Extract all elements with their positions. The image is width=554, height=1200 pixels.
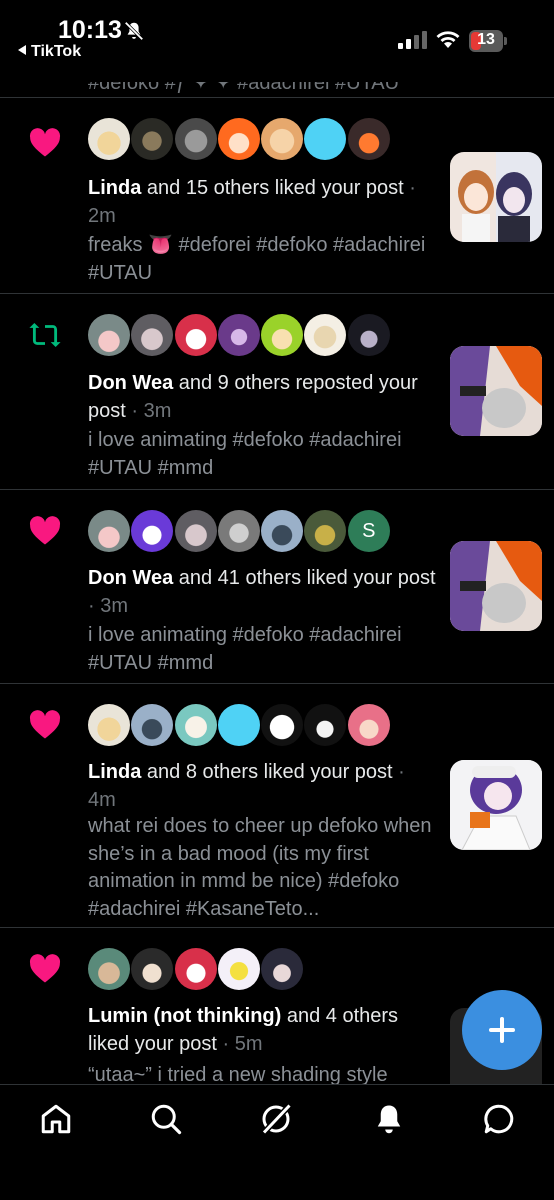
timestamp: · 5m	[216, 1032, 263, 1055]
plus-icon-stroke	[500, 1017, 504, 1043]
avatar-row	[88, 314, 391, 358]
avatar[interactable]	[261, 704, 304, 746]
post-thumbnail[interactable]	[450, 152, 542, 242]
cut-off-post-text: #defoko #ƒ ✦ ✦ #adachirei #UTAU	[88, 72, 400, 94]
actor-name[interactable]: Linda	[88, 761, 141, 783]
avatar[interactable]	[131, 118, 174, 160]
avatar[interactable]	[88, 118, 130, 160]
avatar[interactable]	[261, 948, 304, 990]
avatar[interactable]	[261, 118, 304, 160]
heart-icon	[29, 710, 61, 739]
avatar[interactable]	[217, 118, 260, 160]
post-preview-text: i love animating #defoko #adachirei #UTA…	[88, 624, 402, 674]
avatar[interactable]	[347, 314, 390, 356]
avatar[interactable]	[304, 704, 347, 746]
timestamp: · 3m	[125, 399, 172, 422]
action-text: and 41 others liked your post	[173, 567, 436, 589]
compose-post-button[interactable]	[462, 990, 542, 1070]
notification-title: Don Wea and 41 others liked your post · …	[88, 565, 438, 620]
post-preview-text: i love animating #defoko #adachirei #UTA…	[88, 429, 402, 479]
status-time: 10:13	[58, 16, 122, 44]
back-to-app-link[interactable]: TikTok	[18, 43, 81, 61]
notifications-icon[interactable]	[371, 1101, 407, 1137]
wifi-icon	[436, 31, 460, 48]
avatar-row	[88, 948, 304, 992]
notification-title: Don Wea and 9 others reposted your post …	[88, 370, 438, 425]
silent-bell-icon	[124, 21, 144, 41]
post-thumbnail[interactable]	[450, 760, 542, 850]
avatar[interactable]	[174, 704, 217, 746]
avatar[interactable]	[131, 704, 174, 746]
avatar[interactable]	[88, 704, 130, 746]
actor-name[interactable]: Don Wea	[88, 372, 173, 394]
post-preview-text: what rei does to cheer up defoko when sh…	[88, 815, 432, 920]
cellular-signal-icon	[398, 31, 427, 49]
avatar[interactable]	[217, 948, 260, 990]
avatar[interactable]	[261, 510, 304, 552]
heart-icon	[29, 516, 61, 545]
back-arrow-icon	[18, 45, 26, 55]
home-icon[interactable]	[38, 1101, 74, 1137]
back-app-label: TikTok	[31, 43, 82, 60]
actor-name[interactable]: Lumin (not thinking)	[88, 1005, 281, 1027]
avatar[interactable]	[88, 510, 130, 552]
notification-title: Lumin (not thinking) and 4 others liked …	[88, 1003, 438, 1058]
notification-item[interactable]: Linda and 15 others liked your post · 2m…	[0, 98, 554, 294]
avatar[interactable]	[217, 510, 260, 552]
notification-item[interactable]: S Don Wea and 41 others liked your post …	[0, 490, 554, 684]
avatar[interactable]	[304, 510, 347, 552]
actor-name[interactable]: Linda	[88, 177, 141, 199]
avatar-row: S	[88, 510, 391, 554]
repost-icon	[29, 322, 61, 348]
post-preview-text: freaks 👅 #deforei #defoko #adachirei #UT…	[88, 234, 426, 284]
avatar-row	[88, 118, 391, 162]
avatar[interactable]	[174, 510, 217, 552]
action-text: and 8 others liked your post	[141, 761, 393, 783]
avatar[interactable]	[88, 314, 130, 356]
notification-item[interactable]: Don Wea and 9 others reposted your post …	[0, 294, 554, 490]
bottom-navigation	[0, 1084, 554, 1200]
avatar[interactable]	[347, 118, 390, 160]
battery-indicator: 13	[469, 30, 507, 52]
avatar-row	[88, 704, 391, 748]
post-thumbnail[interactable]	[450, 541, 542, 631]
messages-icon[interactable]	[481, 1101, 517, 1137]
avatar[interactable]	[217, 314, 260, 356]
avatar[interactable]	[174, 948, 217, 990]
notification-title: Linda and 8 others liked your post · 4m	[88, 759, 438, 814]
action-text: and 15 others liked your post	[141, 177, 404, 199]
avatar[interactable]	[131, 314, 174, 356]
avatar[interactable]	[304, 314, 347, 356]
avatar[interactable]	[347, 704, 390, 746]
avatar[interactable]	[174, 314, 217, 356]
avatar[interactable]	[131, 948, 174, 990]
avatar[interactable]	[88, 948, 130, 990]
heart-icon	[29, 954, 61, 983]
avatar[interactable]	[131, 510, 174, 552]
notification-item[interactable]: Linda and 8 others liked your post · 4m …	[0, 684, 554, 928]
avatar[interactable]: S	[347, 510, 390, 552]
avatar[interactable]	[304, 118, 347, 160]
notification-title: Linda and 15 others liked your post · 2m	[88, 175, 438, 230]
avatar[interactable]	[217, 704, 260, 746]
search-icon[interactable]	[148, 1101, 184, 1137]
post-thumbnail[interactable]	[450, 346, 542, 436]
status-bar: 10:13 TikTok 13	[0, 0, 554, 64]
heart-icon	[29, 128, 61, 157]
avatar[interactable]	[261, 314, 304, 356]
grok-icon[interactable]	[258, 1101, 294, 1137]
battery-level: 13	[477, 31, 495, 48]
timestamp: · 3m	[88, 594, 128, 617]
avatar[interactable]	[174, 118, 217, 160]
actor-name[interactable]: Don Wea	[88, 567, 173, 589]
avatar-initial: S	[362, 519, 376, 542]
